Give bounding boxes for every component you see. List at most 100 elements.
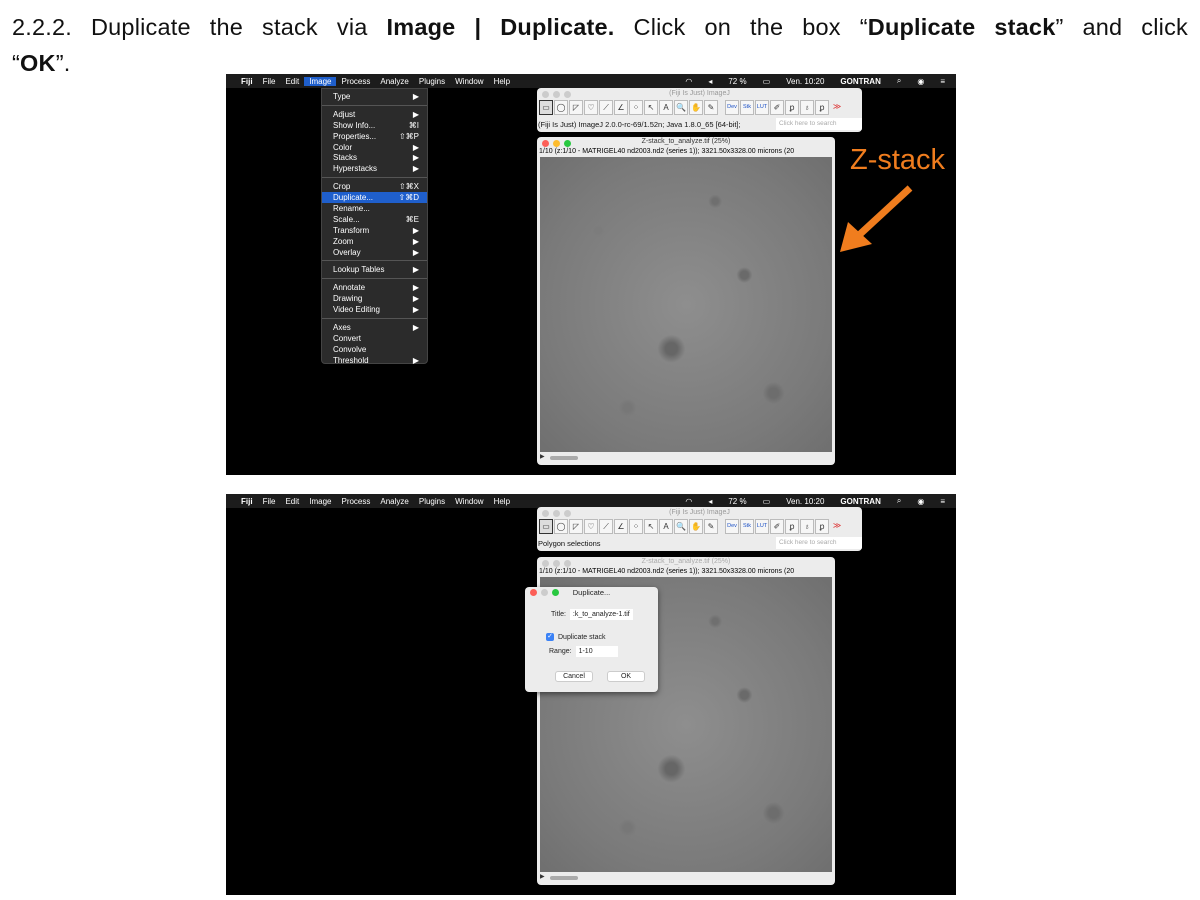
tool-6-icon[interactable]: ⁘	[629, 100, 643, 115]
wifi-icon[interactable]: ◠	[680, 77, 697, 86]
tool-10-icon[interactable]: ✋	[689, 519, 703, 534]
tool-6-icon[interactable]: ⁘	[629, 519, 643, 534]
tool-17-icon[interactable]: ♁	[800, 100, 814, 115]
menu-item-type[interactable]: Type ▶	[322, 91, 427, 102]
range-input[interactable]: 1-10	[575, 646, 618, 657]
tool-15-icon[interactable]: ✐	[770, 100, 784, 115]
menu-item-duplicate[interactable]: Duplicate... ⇧⌘D	[322, 192, 427, 204]
wifi-icon[interactable]: ◠	[680, 497, 697, 506]
battery-level[interactable]: 72 %	[723, 77, 751, 86]
tool-18-icon[interactable]: ꝑ	[815, 519, 829, 534]
tool-7-icon[interactable]: ↖	[644, 519, 658, 534]
tool-14-icon[interactable]: LUT	[755, 519, 769, 534]
menu-item-stacks[interactable]: Stacks ▶	[322, 152, 427, 163]
tool-1-icon[interactable]: ◯	[554, 519, 568, 534]
battery-level[interactable]: 72 %	[723, 497, 751, 506]
menu-edit[interactable]: Edit	[280, 497, 304, 506]
menu-item-overlay[interactable]: Overlay ▶	[322, 247, 427, 258]
menu-item-threshold[interactable]: Threshold ▶	[322, 355, 427, 366]
tool-13-icon[interactable]: Stk	[740, 100, 754, 115]
menu-item-convert[interactable]: Convert	[322, 333, 427, 344]
menu-item-rename[interactable]: Rename...	[322, 203, 427, 214]
tool-9-icon[interactable]: 🔍	[674, 519, 688, 534]
menu-window[interactable]: Window	[450, 497, 488, 506]
search-input[interactable]: Click here to search	[776, 537, 862, 549]
tool-14-icon[interactable]: LUT	[755, 100, 769, 115]
tool-11-icon[interactable]: ✎	[704, 519, 718, 534]
menu-item-drawing[interactable]: Drawing ▶	[322, 293, 427, 304]
tool-9-icon[interactable]: 🔍	[674, 100, 688, 115]
tool-5-icon[interactable]: ∠	[614, 519, 628, 534]
tool-8-icon[interactable]: A	[659, 100, 673, 115]
tool-1-icon[interactable]: ◯	[554, 100, 568, 115]
stack-slider[interactable]: ▶	[540, 873, 832, 883]
clock[interactable]: Ven. 10:20	[781, 497, 829, 506]
menu-item-lookup-tables[interactable]: Lookup Tables ▶	[322, 264, 427, 275]
tool-2-icon[interactable]: ◸	[569, 100, 583, 115]
tool-11-icon[interactable]: ✎	[704, 100, 718, 115]
menu-item-properties[interactable]: Properties... ⇧⌘P	[322, 131, 427, 142]
menu-item-transform[interactable]: Transform ▶	[322, 225, 427, 236]
list-icon[interactable]: ≡	[935, 77, 950, 86]
tool-15-icon[interactable]: ✐	[770, 519, 784, 534]
menu-item-video-editing[interactable]: Video Editing ▶	[322, 304, 427, 315]
tool-5-icon[interactable]: ∠	[614, 100, 628, 115]
search-icon[interactable]: ⌕	[892, 76, 906, 86]
menu-image[interactable]: Image	[304, 76, 337, 86]
menu-file[interactable]: File	[258, 497, 281, 506]
tool-0-icon[interactable]: ▭	[539, 100, 553, 115]
menu-item-color[interactable]: Color ▶	[322, 142, 427, 153]
search-icon[interactable]: ⌕	[892, 496, 906, 506]
tool-0-icon[interactable]: ▭	[539, 519, 553, 534]
volume-icon[interactable]: ◂	[703, 77, 717, 86]
menu-analyze[interactable]: Analyze	[375, 77, 413, 86]
menu-edit[interactable]: Edit	[280, 77, 304, 86]
menu-item-adjust[interactable]: Adjust ▶	[322, 109, 427, 120]
tool-17-icon[interactable]: ♁	[800, 519, 814, 534]
menu-fiji[interactable]: Fiji	[236, 77, 258, 86]
menu-item-convolve[interactable]: Convolve	[322, 344, 427, 355]
menu-process[interactable]: Process	[336, 77, 375, 86]
menu-help[interactable]: Help	[489, 497, 515, 506]
window-controls[interactable]	[542, 91, 571, 98]
tool-4-icon[interactable]: ⟋	[599, 100, 613, 115]
tool-18-icon[interactable]: ꝑ	[815, 100, 829, 115]
stack-slider[interactable]: ▶	[540, 453, 832, 463]
menu-item-show-info[interactable]: Show Info... ⌘I	[322, 120, 427, 131]
menu-plugins[interactable]: Plugins	[414, 77, 450, 86]
play-icon[interactable]: ▶	[540, 454, 545, 460]
list-icon[interactable]: ≡	[935, 497, 950, 506]
window-controls[interactable]	[542, 510, 571, 517]
window-controls[interactable]	[542, 140, 571, 147]
tool-12-icon[interactable]: Dev	[725, 100, 739, 115]
tool-4-icon[interactable]: ⟋	[599, 519, 613, 534]
user-name[interactable]: GONTRAN	[835, 77, 885, 86]
menu-item-zoom[interactable]: Zoom ▶	[322, 236, 427, 247]
play-icon[interactable]: ▶	[540, 874, 545, 880]
tool-10-icon[interactable]: ✋	[689, 100, 703, 115]
volume-icon[interactable]: ◂	[703, 497, 717, 506]
menu-item-crop[interactable]: Crop ⇧⌘X	[322, 181, 427, 192]
menu-window[interactable]: Window	[450, 77, 488, 86]
tool-8-icon[interactable]: A	[659, 519, 673, 534]
tool-12-icon[interactable]: Dev	[725, 519, 739, 534]
tool-3-icon[interactable]: ♡	[584, 100, 598, 115]
menu-item-hyperstacks[interactable]: Hyperstacks ▶	[322, 163, 427, 174]
tool-2-icon[interactable]: ◸	[569, 519, 583, 534]
menu-item-axes[interactable]: Axes ▶	[322, 322, 427, 333]
tool-19-icon[interactable]: ≫	[830, 519, 844, 534]
menu-item-annotate[interactable]: Annotate ▶	[322, 282, 427, 293]
siri-icon[interactable]: ◉	[912, 77, 929, 86]
menu-help[interactable]: Help	[489, 77, 515, 86]
menu-process[interactable]: Process	[336, 497, 375, 506]
tool-16-icon[interactable]: ꝑ	[785, 100, 799, 115]
search-input[interactable]: Click here to search	[776, 118, 862, 130]
menu-plugins[interactable]: Plugins	[414, 497, 450, 506]
menu-image[interactable]: Image	[304, 497, 336, 506]
microscopy-image[interactable]	[540, 157, 832, 452]
menu-fiji[interactable]: Fiji	[236, 497, 258, 506]
siri-icon[interactable]: ◉	[912, 497, 929, 506]
clock[interactable]: Ven. 10:20	[781, 77, 829, 86]
tool-19-icon[interactable]: ≫	[830, 100, 844, 115]
menu-item-scale[interactable]: Scale... ⌘E	[322, 214, 427, 225]
